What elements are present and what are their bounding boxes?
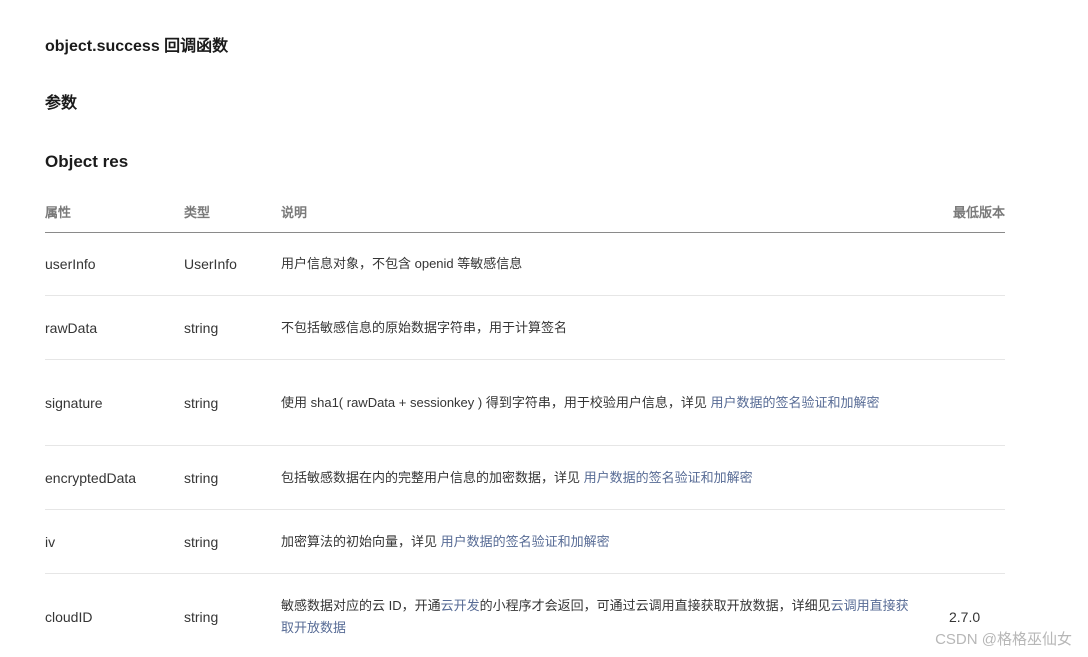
row-desc: 加密算法的初始向量，详见 用户数据的签名验证和加解密 xyxy=(281,531,921,553)
desc-text: 不包括敏感信息的原始数据字符串，用于计算签名 xyxy=(281,319,568,335)
desc-text: 使用 sha1( rawData + sessionkey ) 得到字符串，用于… xyxy=(281,394,711,410)
row-type: string xyxy=(184,469,219,486)
params-table: 属性 类型 说明 最低版本 userInfo UserInfo 用户信息对象，不… xyxy=(45,190,1005,657)
row-desc: 用户信息对象，不包含 openid 等敏感信息 xyxy=(281,253,921,275)
header-desc: 说明 xyxy=(281,205,308,220)
desc-text: 包括敏感数据在内的完整用户信息的加密数据，详见 xyxy=(281,469,584,485)
row-version: 2.7.0 xyxy=(949,609,981,625)
header-version: 最低版本 xyxy=(952,205,1005,220)
table-header: 属性 类型 说明 最低版本 xyxy=(45,190,1005,233)
row-type: string xyxy=(184,394,219,411)
signature-doc-link[interactable]: 用户数据的签名验证和加解密 xyxy=(710,395,879,410)
row-desc: 敏感数据对应的云 ID，开通云开发的小程序才会返回，可通过云调用直接获取开放数据… xyxy=(281,595,921,639)
table-row: cloudID string 敏感数据对应的云 ID，开通云开发的小程序才会返回… xyxy=(45,574,1005,657)
header-attr: 属性 xyxy=(45,205,72,220)
row-type-link[interactable]: UserInfo xyxy=(184,256,237,272)
desc-text: 敏感数据对应的云 ID，开通 xyxy=(281,598,441,613)
row-desc: 使用 sha1( rawData + sessionkey ) 得到字符串，用于… xyxy=(281,392,921,414)
row-attr: encryptedData xyxy=(45,469,137,486)
signature-doc-link[interactable]: 用户数据的签名验证和加解密 xyxy=(441,534,610,549)
header-type: 类型 xyxy=(184,205,211,220)
table-row: iv string 加密算法的初始向量，详见 用户数据的签名验证和加解密 xyxy=(45,510,1005,574)
desc-text: 的小程序才会返回，可通过云调用直接获取开放数据，详细见 xyxy=(479,598,831,613)
cloud-dev-link[interactable]: 云开发 xyxy=(441,598,480,613)
table-row: encryptedData string 包括敏感数据在内的完整用户信息的加密数… xyxy=(45,446,1005,510)
csdn-watermark: CSDN @格格巫仙女 xyxy=(935,631,1072,648)
row-attr: userInfo xyxy=(45,256,96,272)
callback-heading: object.success 回调函数 xyxy=(45,38,229,55)
params-heading: 参数 xyxy=(45,95,78,112)
row-type: string xyxy=(184,609,219,625)
row-attr: signature xyxy=(45,394,103,411)
signature-doc-link[interactable]: 用户数据的签名验证和加解密 xyxy=(584,470,753,485)
table-row: rawData string 不包括敏感信息的原始数据字符串，用于计算签名 xyxy=(45,296,1005,360)
row-type: string xyxy=(184,533,219,550)
desc-text: 加密算法的初始向量，详见 xyxy=(281,533,441,549)
desc-text: 用户信息对象，不包含 openid 等敏感信息 xyxy=(281,256,523,271)
row-attr: cloudID xyxy=(45,609,93,625)
object-res-heading: Object res xyxy=(45,152,129,171)
row-type: string xyxy=(184,319,219,336)
doc-page: object.success 回调函数 参数 Object res 属性 类型 … xyxy=(0,0,1088,657)
row-attr: rawData xyxy=(45,319,98,336)
table-row: signature string 使用 sha1( rawData + sess… xyxy=(45,360,1005,446)
table-row: userInfo UserInfo 用户信息对象，不包含 openid 等敏感信… xyxy=(45,233,1005,296)
row-attr: iv xyxy=(45,533,56,550)
row-desc: 包括敏感数据在内的完整用户信息的加密数据，详见 用户数据的签名验证和加解密 xyxy=(281,467,921,489)
row-desc: 不包括敏感信息的原始数据字符串，用于计算签名 xyxy=(281,317,921,339)
